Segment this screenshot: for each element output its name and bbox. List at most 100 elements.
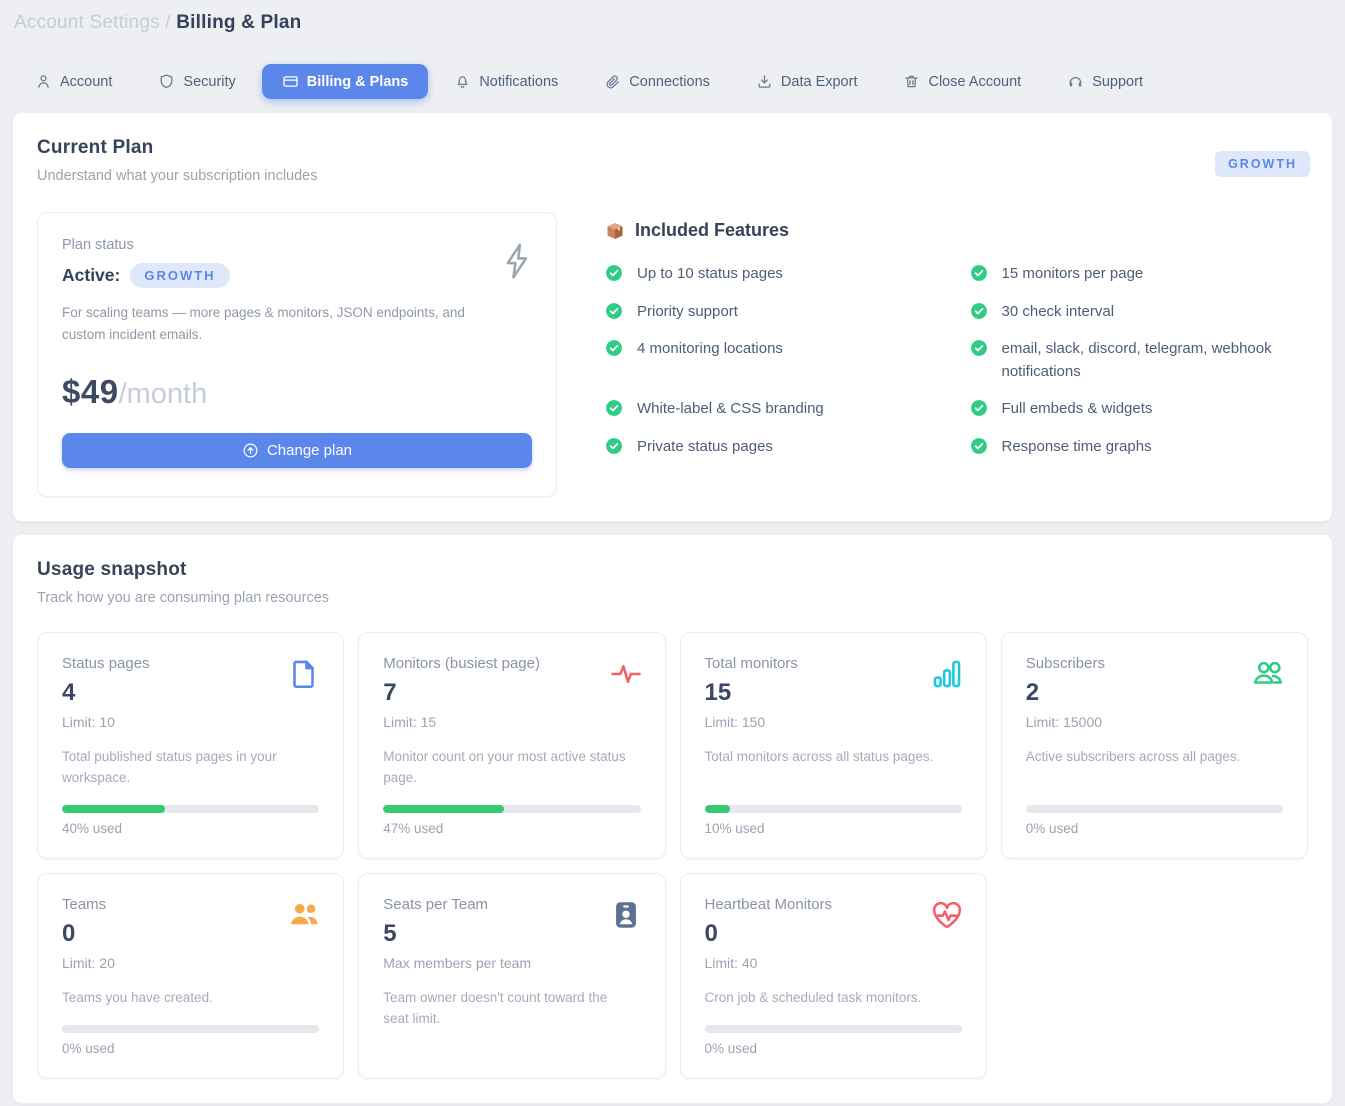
usage-card-value: 7 — [383, 679, 640, 707]
tab-notifications[interactable]: Notifications — [434, 64, 578, 99]
tab-billing-plans[interactable]: Billing & Plans — [262, 64, 429, 99]
page-title: Billing & Plan — [176, 12, 301, 33]
plan-tier-badge: GROWTH — [1215, 151, 1310, 177]
usage-card-limit: Limit: 10 — [62, 714, 319, 730]
usage-card-subscribers: Subscribers 2 Limit: 15000 Active subscr… — [1001, 632, 1308, 859]
feature-item: White-label & CSS branding — [605, 398, 935, 421]
usage-card-description: Teams you have created. — [62, 988, 319, 1009]
breadcrumb: Account Settings / Billing & Plan — [0, 0, 1345, 34]
plan-status-value: Active: — [62, 265, 120, 286]
tab-close-account[interactable]: Close Account — [883, 64, 1041, 99]
tab-label: Notifications — [479, 74, 558, 90]
usage-card-title: Status pages — [62, 655, 319, 672]
check-circle-icon — [605, 437, 623, 459]
included-features-title: Included Features — [635, 220, 789, 241]
tab-connections[interactable]: Connections — [584, 64, 730, 99]
feature-label: Full embeds & widgets — [1002, 398, 1153, 421]
credit-card-icon — [282, 73, 299, 90]
trash-icon — [903, 73, 920, 90]
tab-label: Billing & Plans — [307, 74, 409, 90]
plan-price-amount: $49 — [62, 373, 119, 410]
users-filled-icon — [287, 898, 321, 932]
usage-progress-bar — [705, 1025, 962, 1033]
usage-percent-label: 0% used — [1026, 821, 1283, 836]
usage-card-limit: Limit: 20 — [62, 955, 319, 971]
feature-label: Response time graphs — [1002, 436, 1152, 459]
current-plan-title: Current Plan — [37, 137, 1308, 159]
plan-status-card: Plan status Active: GROWTH For scaling t… — [37, 212, 557, 497]
check-circle-icon — [605, 339, 623, 383]
lightning-icon — [500, 241, 534, 286]
check-circle-icon — [970, 437, 988, 459]
usage-snapshot-section: Usage snapshot Track how you are consumi… — [12, 534, 1333, 1104]
tab-label: Security — [183, 74, 235, 90]
tab-label: Support — [1092, 74, 1143, 90]
usage-card-title: Subscribers — [1026, 655, 1283, 672]
check-circle-icon — [605, 302, 623, 324]
usage-percent-label: 0% used — [62, 1041, 319, 1056]
features-list: Up to 10 status pages Priority support 4… — [605, 263, 1308, 458]
tab-support[interactable]: Support — [1047, 64, 1163, 99]
tab-security[interactable]: Security — [138, 64, 255, 99]
heart-pulse-icon — [930, 898, 964, 932]
usage-card-value: 5 — [383, 920, 640, 948]
tab-label: Connections — [629, 74, 710, 90]
package-icon — [605, 221, 625, 241]
user-icon — [35, 73, 52, 90]
usage-card-limit: Limit: 40 — [705, 955, 962, 971]
usage-progress-fill — [62, 805, 165, 813]
feature-label: Up to 10 status pages — [637, 263, 783, 286]
change-plan-label: Change plan — [267, 442, 352, 459]
bell-icon — [454, 73, 471, 90]
tab-data-export[interactable]: Data Export — [736, 64, 878, 99]
id-badge-icon — [609, 898, 643, 932]
usage-progress-bar — [62, 805, 319, 813]
feature-item: email, slack, discord, telegram, webhook… — [970, 338, 1300, 383]
bar-chart-icon — [930, 657, 964, 691]
included-features: Included Features Up to 10 status pages … — [605, 212, 1308, 458]
usage-progress-fill — [705, 805, 731, 813]
usage-card-value: 4 — [62, 679, 319, 707]
current-plan-section: Current Plan Understand what your subscr… — [12, 112, 1333, 522]
usage-progress-bar — [1026, 805, 1283, 813]
usage-subtitle: Track how you are consuming plan resourc… — [37, 590, 1308, 606]
check-circle-icon — [970, 302, 988, 324]
usage-card-description: Total published status pages in your wor… — [62, 747, 319, 789]
tab-label: Account — [60, 74, 112, 90]
tab-label: Data Export — [781, 74, 858, 90]
usage-card-value: 0 — [705, 920, 962, 948]
feature-item: Full embeds & widgets — [970, 398, 1300, 421]
feature-label: Priority support — [637, 301, 738, 324]
usage-card-title: Monitors (busiest page) — [383, 655, 640, 672]
usage-card-value: 15 — [705, 679, 962, 707]
usage-title: Usage snapshot — [37, 559, 1308, 581]
feature-label: Private status pages — [637, 436, 773, 459]
breadcrumb-section[interactable]: Account Settings / — [14, 12, 171, 33]
feature-item: 15 monitors per page — [970, 263, 1300, 286]
feature-item: 30 check interval — [970, 301, 1300, 324]
check-circle-icon — [970, 399, 988, 421]
usage-card-limit: Max members per team — [383, 955, 640, 971]
file-icon — [287, 657, 321, 691]
change-plan-button[interactable]: Change plan — [62, 433, 532, 468]
usage-progress-bar — [705, 805, 962, 813]
usage-card-title: Teams — [62, 896, 319, 913]
check-circle-icon — [605, 264, 623, 286]
check-circle-icon — [970, 339, 988, 383]
usage-percent-label: 47% used — [383, 821, 640, 836]
usage-card-limit: Limit: 150 — [705, 714, 962, 730]
usage-card-seats-per-team: Seats per Team 5 Max members per team Te… — [358, 873, 665, 1079]
usage-card-limit: Limit: 15 — [383, 714, 640, 730]
usage-card-total-monitors: Total monitors 15 Limit: 150 Total monit… — [680, 632, 987, 859]
plan-name-badge: GROWTH — [130, 263, 229, 288]
arrow-up-circle-icon — [242, 442, 259, 459]
shield-icon — [158, 73, 175, 90]
tab-account[interactable]: Account — [15, 64, 132, 99]
tab-label: Close Account — [928, 74, 1021, 90]
usage-card-description: Active subscribers across all pages. — [1026, 747, 1283, 768]
feature-label: 15 monitors per page — [1002, 263, 1144, 286]
paperclip-icon — [604, 73, 621, 90]
settings-tab-bar: Account Security Billing & Plans Notific… — [15, 64, 1345, 99]
feature-item: 4 monitoring locations — [605, 338, 935, 383]
usage-percent-label: 10% used — [705, 821, 962, 836]
